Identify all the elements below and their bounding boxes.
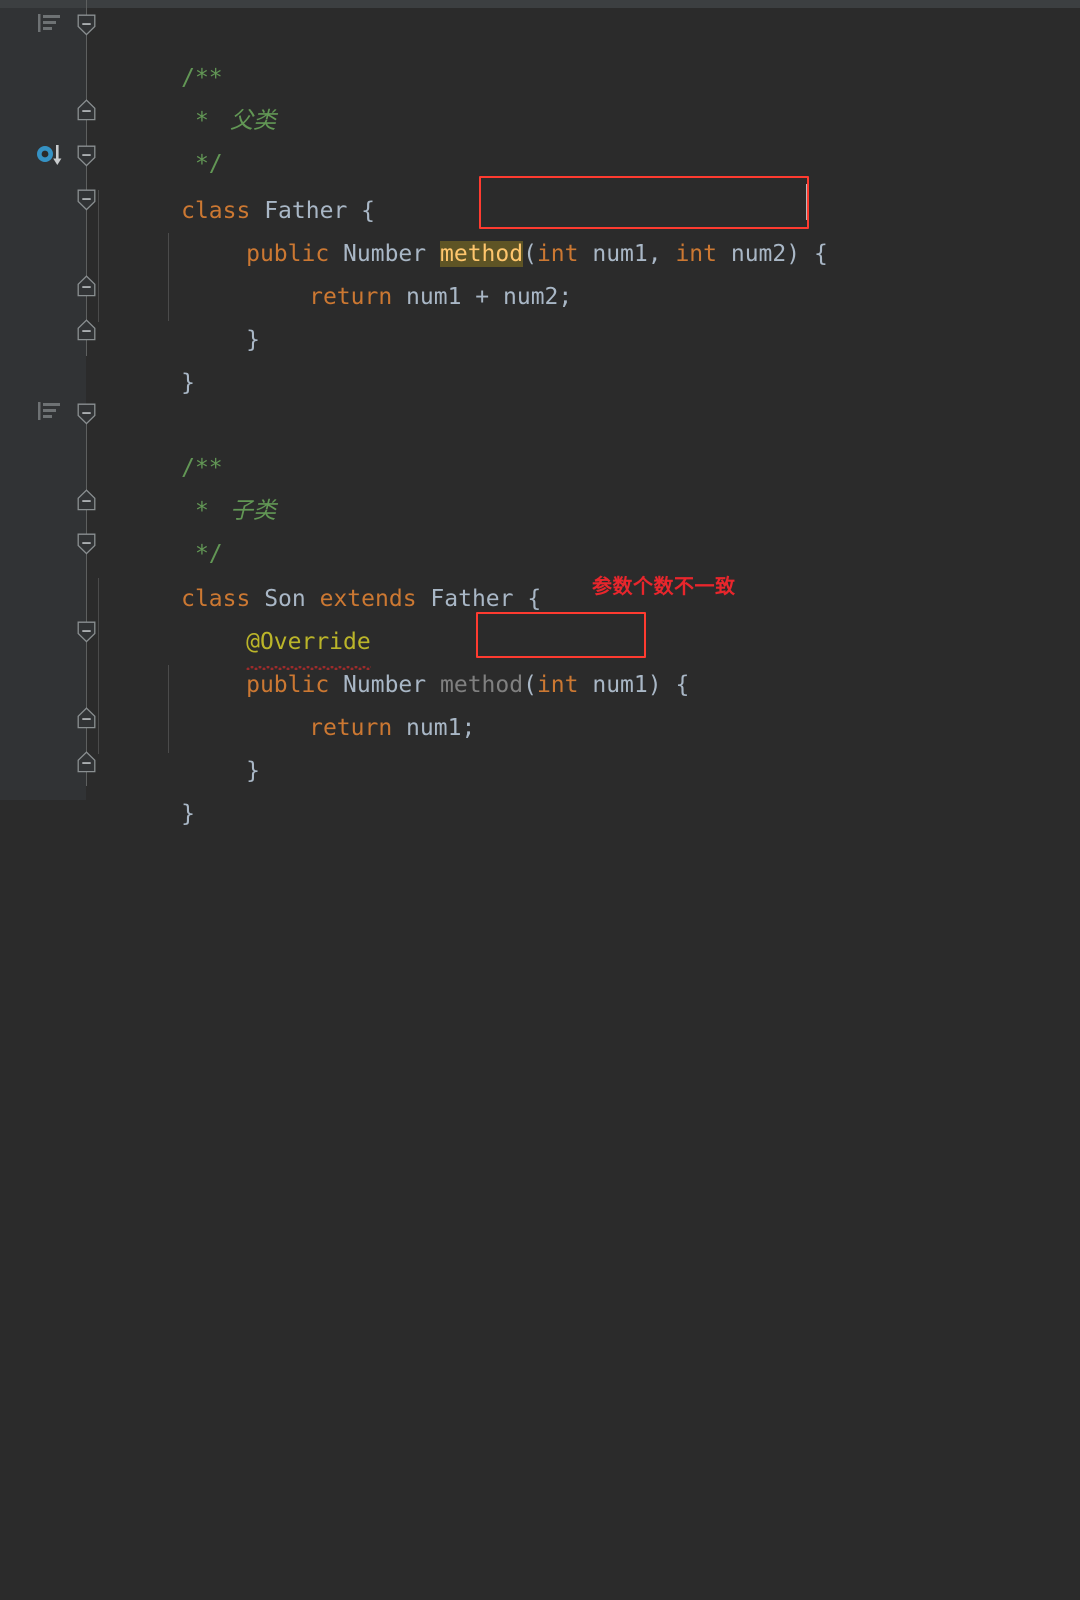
code-line-method-son[interactable]: public Number method(int num1) {: [163, 621, 689, 698]
token-space-6: [717, 241, 731, 267]
token-brace-open-method-son: {: [675, 672, 690, 699]
code-line-return-son[interactable]: return num1;: [226, 664, 475, 741]
token-kw-int-3: int: [536, 672, 579, 699]
token-kw-return-father: return: [309, 284, 393, 311]
token-doc-son-text: 子类: [222, 498, 276, 525]
token-doc-father-text: 父类: [222, 108, 276, 135]
token-space-7: [800, 241, 814, 267]
token-kw-int-2: int: [675, 241, 717, 268]
code-editor-area[interactable]: /** * 父类 */ class Father { public Number…: [88, 8, 1080, 827]
token-var-num2-father: num2: [730, 241, 787, 268]
token-ret-num2-father: num2: [503, 284, 559, 311]
token-semicolon-2: ;: [461, 715, 476, 742]
param-count-mismatch-note: 参数个数不一致: [592, 574, 736, 598]
code-line-class-father[interactable]: class Father {: [98, 147, 375, 224]
token-space-10: [489, 284, 503, 310]
token-space-9: [461, 284, 475, 310]
structure-lines-icon-2[interactable]: [38, 402, 60, 420]
code-line-doc-father-text[interactable]: * 父类: [98, 57, 276, 134]
token-brace-close-method-father: }: [246, 327, 260, 354]
token-space-13: [417, 586, 431, 612]
code-line-doc-son-text[interactable]: * 子类: [98, 447, 276, 524]
code-line-doc-close-son[interactable]: */: [98, 490, 223, 567]
token-semicolon-1: ;: [558, 284, 573, 311]
token-var-num1-father: num1: [592, 241, 648, 268]
token-paren-close-father: ): [786, 241, 801, 268]
code-line-class-close-son[interactable]: }: [98, 750, 195, 827]
code-line-doc-close-father[interactable]: */: [98, 100, 223, 177]
token-ret-num1-son: num1: [406, 715, 462, 742]
token-paren-open-son: (: [523, 672, 537, 699]
token-brace-close-method-son: }: [246, 758, 260, 785]
token-type-father-super: Father: [430, 586, 514, 613]
code-line-doc-open-father[interactable]: /**: [98, 14, 223, 91]
structure-lines-icon[interactable]: [38, 14, 60, 32]
code-line-method-close-son[interactable]: }: [163, 707, 260, 784]
code-line-doc-open-son[interactable]: /**: [98, 404, 223, 481]
text-caret: [806, 184, 808, 220]
token-plus: +: [475, 284, 490, 311]
token-kw-return-son: return: [309, 715, 393, 742]
token-ret-num1-father: num1: [406, 284, 462, 311]
token-brace-close-class-son: }: [181, 801, 195, 828]
code-line-return-father[interactable]: return num1 + num2;: [226, 233, 572, 310]
editor-top-strip: [0, 0, 1080, 8]
token-comma-1: ,: [647, 241, 676, 268]
token-space-18: [662, 672, 676, 698]
token-var-num1-son: num1: [592, 672, 648, 699]
code-line-method-father[interactable]: public Number method(int num1, int num2)…: [163, 190, 828, 268]
overridden-method-icon[interactable]: [36, 144, 66, 168]
token-space-8: [392, 284, 406, 310]
token-space-14: [514, 586, 528, 612]
token-brace-open-son: {: [527, 586, 542, 613]
code-line-class-son[interactable]: class Son extends Father {: [98, 535, 541, 612]
token-space-17: [579, 672, 593, 698]
fold-rail-son-1: [86, 414, 87, 786]
ide-editor-screen: /** * 父类 */ class Father { public Number…: [0, 0, 1080, 827]
token-brace-close-class-father: }: [181, 370, 195, 397]
token-space-19: [392, 715, 406, 741]
token-paren-close-son: ): [647, 672, 662, 699]
code-line-annotation-override[interactable]: @Override: [163, 578, 371, 670]
token-space-5: [579, 241, 593, 267]
token-brace-open-method-father: {: [813, 241, 828, 268]
code-line-class-close-father[interactable]: }: [98, 319, 195, 396]
code-line-method-close-father[interactable]: }: [163, 276, 260, 353]
